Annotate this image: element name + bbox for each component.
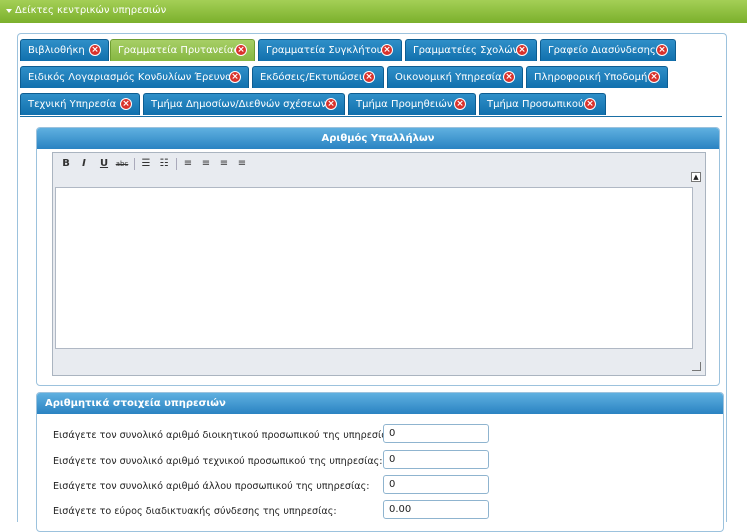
tab-label: Ειδικός Λογαριασμός Κονδυλίων Έρευνας (28, 72, 238, 83)
tab-label: Πληροφορική Υποδομή (534, 72, 648, 83)
tab-label: Οικονομική Υπηρεσία (395, 72, 502, 83)
close-tab-icon[interactable]: × (325, 98, 337, 110)
bandwidth-input[interactable] (383, 500, 489, 519)
employees-panel-title: Αριθμός Υπαλλήλων (37, 128, 719, 149)
tab-label: Βιβλιοθήκη (28, 45, 85, 56)
close-tab-icon[interactable]: × (363, 71, 375, 83)
close-tab-icon[interactable]: × (584, 98, 596, 110)
employees-panel: Αριθμός Υπαλλήλων B I U abc ☰ ☷ ≡ ≡ ≡ ≡ … (36, 127, 720, 386)
close-tab-icon[interactable]: × (516, 44, 528, 56)
close-tab-icon[interactable]: × (235, 44, 247, 56)
close-tab-icon[interactable]: × (656, 44, 668, 56)
tab-label: Τεχνική Υπηρεσία (28, 99, 117, 110)
close-tab-icon[interactable]: × (89, 44, 101, 56)
scroll-up-icon[interactable]: ▲ (691, 172, 701, 182)
admin-staff-input[interactable] (383, 424, 489, 443)
tab-school-secretariats[interactable]: Γραμματείες Σχολών × (405, 39, 537, 61)
tab-senate-secretariat[interactable]: Γραμματεία Συγκλήτου × (258, 39, 402, 61)
technical-staff-input[interactable] (383, 450, 489, 469)
align-left-icon[interactable]: ≡ (181, 157, 195, 171)
section-header[interactable]: Δείκτες κεντρικών υπηρεσιών (0, 0, 747, 23)
rich-text-editor: B I U abc ☰ ☷ ≡ ≡ ≡ ≡ ▲ (52, 152, 706, 376)
italic-button[interactable]: I (77, 157, 91, 171)
close-tab-icon[interactable]: × (503, 71, 515, 83)
bandwidth-label: Εισάγετε το εύρος διαδικτυακής σύνδεσης … (53, 506, 337, 517)
resize-handle-icon[interactable] (692, 362, 701, 371)
admin-staff-label: Εισάγετε τον συνολικό αριθμό διοικητικού… (53, 430, 397, 441)
bullet-list-icon[interactable]: ☰ (139, 157, 153, 171)
tab-label: Γραμματεία Συγκλήτου (266, 45, 383, 56)
technical-staff-label: Εισάγετε τον συνολικό αριθμό τεχνικού πρ… (53, 456, 383, 467)
close-tab-icon[interactable]: × (648, 71, 660, 83)
employees-text-area[interactable] (55, 187, 693, 349)
other-staff-label: Εισάγετε τον συνολικό αριθμό άλλου προσω… (53, 481, 370, 492)
tab-publications[interactable]: Εκδόσεις/Εκτυπώσεις × (252, 66, 384, 88)
tab-label: Γραμματεία Πρυτανείας (118, 45, 240, 56)
tab-research-account[interactable]: Ειδικός Λογαριασμός Κονδυλίων Έρευνας × (20, 66, 249, 88)
stats-panel: Αριθμητικά στοιχεία υπηρεσιών Εισάγετε τ… (36, 392, 724, 532)
bold-button[interactable]: B (59, 157, 73, 171)
numbered-list-icon[interactable]: ☷ (157, 157, 171, 171)
close-tab-icon[interactable]: × (454, 98, 466, 110)
tabs-container: Βιβλιοθήκη × Γραμματεία Πρυτανείας × Γραμμ… (17, 33, 728, 532)
tab-public-relations[interactable]: Τμήμα Δημοσίων/Διεθνών σχέσεων × (143, 93, 345, 115)
tab-label: Τμήμα Δημοσίων/Διεθνών σχέσεων (151, 99, 327, 110)
justify-icon[interactable]: ≡ (235, 157, 249, 171)
close-tab-icon[interactable]: × (381, 44, 393, 56)
other-staff-input[interactable] (383, 475, 489, 494)
underline-button[interactable]: U (97, 157, 111, 171)
tab-strip: Βιβλιοθήκη × Γραμματεία Πρυτανείας × Γραμμ… (18, 34, 728, 124)
tab-liaison-office[interactable]: Γραφείο Διασύνδεσης × (540, 39, 676, 61)
tab-label: Γραφείο Διασύνδεσης (548, 45, 656, 56)
collapse-triangle-icon (6, 9, 12, 13)
tab-technical-service[interactable]: Τεχνική Υπηρεσία × (20, 93, 140, 115)
tab-label: Γραμματείες Σχολών (413, 45, 519, 56)
tab-library[interactable]: Βιβλιοθήκη × (20, 39, 109, 61)
tab-it-infrastructure[interactable]: Πληροφορική Υποδομή × (526, 66, 668, 88)
toolbar-separator (134, 158, 135, 170)
tab-financial-service[interactable]: Οικονομική Υπηρεσία × (387, 66, 523, 88)
tab-personnel[interactable]: Τμήμα Προσωπικού × (479, 93, 606, 115)
section-title: Δείκτες κεντρικών υπηρεσιών (15, 5, 167, 16)
stats-panel-title: Αριθμητικά στοιχεία υπηρεσιών (37, 393, 723, 414)
tab-label: Τμήμα Προμηθειών (356, 99, 453, 110)
tab-label: Εκδόσεις/Εκτυπώσεις (260, 72, 369, 83)
tab-rectorate-secretariat[interactable]: Γραμματεία Πρυτανείας × (110, 39, 255, 61)
tab-procurement[interactable]: Τμήμα Προμηθειών × (348, 93, 476, 115)
align-right-icon[interactable]: ≡ (217, 157, 231, 171)
close-tab-icon[interactable]: × (229, 71, 241, 83)
toolbar-separator (176, 158, 177, 170)
strikethrough-button[interactable]: abc (115, 157, 129, 171)
align-center-icon[interactable]: ≡ (199, 157, 213, 171)
tab-label: Τμήμα Προσωπικού (487, 99, 584, 110)
tab-divider (20, 116, 722, 117)
editor-toolbar: B I U abc ☰ ☷ ≡ ≡ ≡ ≡ (53, 153, 705, 175)
close-tab-icon[interactable]: × (120, 98, 132, 110)
